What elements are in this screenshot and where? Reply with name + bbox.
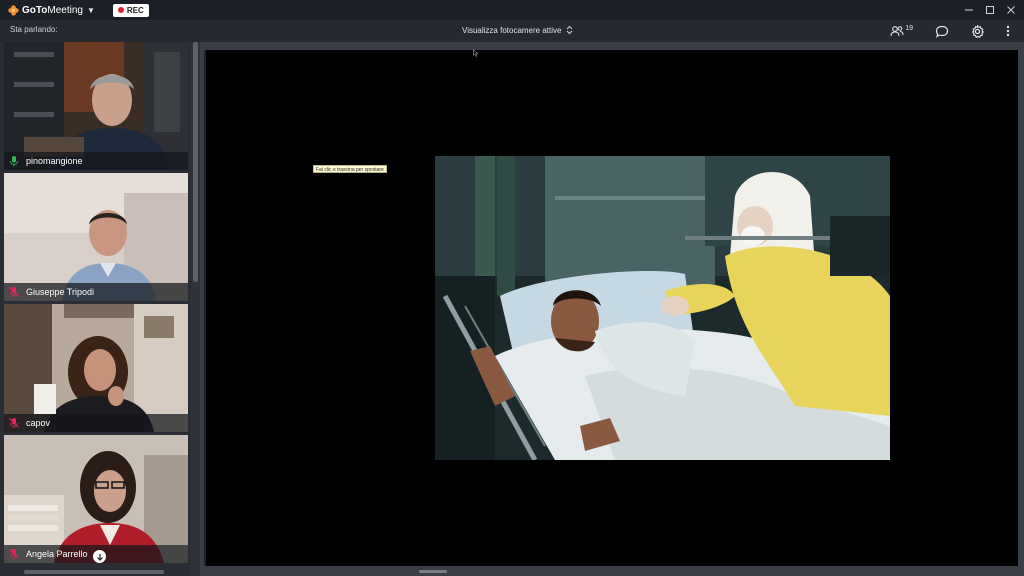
maximize-icon[interactable]	[985, 5, 995, 15]
rec-label: REC	[126, 5, 144, 15]
settings-button[interactable]	[971, 24, 984, 38]
app-name-light: Meeting	[47, 4, 83, 16]
camera-view-selector[interactable]: Visualizza fotocamere attive	[462, 25, 573, 35]
participant-tile[interactable]: Giuseppe Tripodi	[4, 173, 188, 301]
participant-name: Angela Parrello	[26, 549, 88, 559]
window-controls	[964, 0, 1016, 20]
stage-drag-handle[interactable]	[419, 570, 447, 573]
participant-video-4	[4, 435, 188, 563]
up-down-chevron-icon	[567, 25, 573, 35]
participant-tile[interactable]: Angela Parrello	[4, 435, 188, 563]
people-icon	[890, 26, 904, 37]
participant-tile[interactable]: capov	[4, 304, 188, 432]
scroll-down-button[interactable]	[93, 550, 106, 563]
participant-name: Giuseppe Tripodi	[26, 287, 95, 297]
app-name-bold: GoTo	[22, 4, 48, 16]
participant-tile[interactable]: pinomangione	[4, 42, 188, 170]
participants-sidebar: pinomangione Giuseppe Tripodi capov Ange…	[0, 42, 204, 576]
participant-video-1	[4, 42, 188, 170]
app-menu[interactable]: GoTo Meeting ▼	[8, 5, 95, 16]
gear-icon	[971, 24, 984, 38]
participant-namebar: pinomangione	[4, 152, 188, 170]
more-vertical-icon	[1006, 25, 1010, 37]
participant-namebar: capov	[4, 414, 188, 432]
shared-photo	[435, 156, 890, 460]
camera-view-label: Visualizza fotocamere attive	[462, 25, 562, 35]
horizontal-scrollbar[interactable]	[24, 570, 164, 574]
stage-top-border	[204, 42, 1020, 50]
speaking-label: Sta parlando:	[10, 25, 58, 34]
microphone-muted-icon	[9, 418, 19, 429]
participant-count: 19	[905, 24, 913, 32]
meeting-toolbar: Sta parlando: Visualizza fotocamere atti…	[0, 20, 1024, 42]
participant-video-2	[4, 173, 188, 301]
arrow-down-icon	[96, 553, 103, 561]
participants-button[interactable]: 19	[890, 25, 913, 37]
stage-right-border	[1018, 42, 1024, 576]
participant-namebar: Giuseppe Tripodi	[4, 283, 188, 301]
close-icon[interactable]	[1006, 5, 1016, 15]
caret-down-icon: ▼	[86, 5, 95, 15]
participant-name: pinomangione	[26, 156, 83, 166]
gotomeeting-flower-icon	[8, 4, 19, 16]
more-options-button[interactable]	[1006, 25, 1010, 37]
stage-bottom-bar	[204, 566, 1020, 576]
microphone-muted-icon	[9, 287, 19, 298]
drag-tooltip: Fai clic e trascina per spostare	[313, 165, 387, 173]
title-bar: GoTo Meeting ▼ REC	[0, 0, 1024, 20]
right-toolbar: 19	[890, 22, 1010, 40]
mouse-cursor-icon	[473, 49, 479, 57]
minimize-icon[interactable]	[964, 5, 974, 15]
microphone-muted-icon	[9, 549, 19, 560]
sidebar-resize-handle[interactable]	[200, 42, 204, 576]
participant-name: capov	[26, 418, 51, 428]
chat-bubble-icon	[935, 25, 949, 38]
participant-video-3	[4, 304, 188, 432]
record-dot-icon	[117, 7, 124, 13]
chat-button[interactable]	[935, 25, 949, 38]
sidebar-scrollbar-thumb[interactable]	[193, 42, 198, 282]
recording-badge[interactable]: REC	[112, 3, 149, 17]
microphone-icon	[10, 156, 18, 167]
